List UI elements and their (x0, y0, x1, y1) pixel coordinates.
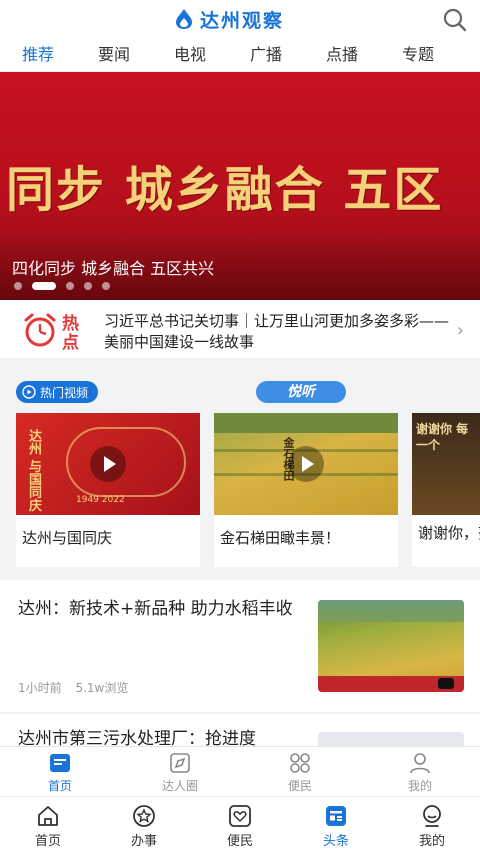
video-title: 达州与国同庆 (22, 529, 113, 547)
grid-icon (290, 753, 310, 773)
hot-video-label: 热门视频 (40, 385, 89, 400)
video-thumbnail: 金石梯田 (214, 413, 398, 515)
tab-tv[interactable]: 电视 (152, 38, 228, 71)
play-button-icon[interactable] (90, 446, 126, 482)
news-icon (326, 806, 346, 826)
nav-home[interactable]: 首页 (0, 797, 96, 854)
tab-recommend[interactable]: 推荐 (0, 38, 76, 71)
carousel-dot[interactable] (14, 282, 22, 290)
hot-badge-char-1: 热 (62, 313, 79, 334)
tab-topics[interactable]: 专题 (380, 38, 456, 71)
nav-banshi[interactable]: 办事 (96, 797, 192, 854)
hot-news-bar[interactable]: 热 点 习近平总书记关切事｜让万里山河更加多姿多彩——美丽中国建设一线故事 › (0, 300, 480, 358)
tab-vod[interactable]: 点播 (304, 38, 380, 71)
nav-bianmin[interactable]: 便民 (192, 797, 288, 854)
face-icon (423, 805, 441, 827)
carousel-dot[interactable] (84, 282, 92, 290)
carousel-dot-active[interactable] (32, 282, 56, 290)
carousel-dot[interactable] (102, 282, 110, 290)
hot-alarm-clock-icon: 热 点 (24, 313, 79, 350)
tab-radio[interactable]: 广播 (228, 38, 304, 71)
inner-nav-mine[interactable]: 我的 (360, 747, 480, 796)
heart-icon (229, 805, 251, 827)
banner-image-text: 同步 城乡融合 五区 (6, 162, 444, 218)
channel-tabs: 推荐 要闻 电视 广播 点播 专题 (0, 38, 480, 72)
nav-toutiao[interactable]: 头条 (288, 797, 384, 854)
article-thumbnail[interactable] (318, 600, 464, 692)
home-icon (50, 754, 70, 772)
app-header: 达州观察 (0, 0, 480, 38)
chevron-right-icon[interactable]: › (457, 320, 464, 341)
video-thumbnail: 达州 与国同庆 1949 2022 (16, 413, 200, 515)
bottom-nav-bar: 首页 办事 便民 头条 我的 (0, 796, 480, 854)
play-circle-icon (22, 385, 36, 399)
video-card[interactable]: 金石梯田 金石梯田瞰丰景！ (214, 413, 398, 567)
flame-logo-icon (176, 9, 192, 29)
video-thumbnail: 谢谢你 每一个 (412, 413, 480, 515)
play-badge-icon (438, 678, 454, 689)
thumb-years: 1949 2022 (76, 495, 125, 505)
carousel-indicator (14, 282, 120, 290)
banner-carousel[interactable]: 同步 城乡融合 五区 四化同步 城乡融合 五区共兴 (0, 72, 480, 300)
star-icon (133, 805, 155, 827)
tab-news[interactable]: 要闻 (76, 38, 152, 71)
yue-ting-pill[interactable]: 悦听 (256, 381, 346, 403)
video-title: 谢谢你，努力的人 (418, 524, 480, 542)
carousel-dot[interactable] (66, 282, 74, 290)
banner-caption: 四化同步 城乡融合 五区共兴 (12, 259, 215, 278)
article-time: 1小时前 (18, 681, 62, 695)
compass-icon (170, 753, 190, 773)
inner-nav-bar: 首页 达人圈 便民 我的 (0, 746, 480, 796)
article-meta: 1小时前 5.1w浏览 (18, 679, 138, 696)
play-button-icon[interactable] (288, 446, 324, 482)
hot-headline[interactable]: 习近平总书记关切事｜让万里山河更加多姿多彩——美丽中国建设一线故事 (104, 311, 450, 353)
thumb-text: 谢谢你 每一个 (416, 422, 469, 452)
video-section: 热门视频 悦听 达州 与国同庆 1949 2022 达州与国同庆 金石梯田 金石… (0, 366, 480, 580)
user-icon (410, 753, 430, 774)
home-icon (38, 806, 58, 826)
article-item[interactable]: 达州：新技术+新品种 助力水稻丰收 1小时前 5.1w浏览 (0, 580, 480, 712)
app-logo[interactable]: 达州观察 (174, 6, 284, 32)
video-card[interactable]: 达州 与国同庆 1949 2022 达州与国同庆 (16, 413, 200, 567)
inner-nav-daren[interactable]: 达人圈 (120, 747, 240, 796)
hot-badge-char-2: 点 (62, 332, 79, 350)
inner-nav-bianmin[interactable]: 便民 (240, 747, 360, 796)
article-views: 5.1w浏览 (75, 681, 129, 695)
hot-video-pill[interactable]: 热门视频 (16, 381, 99, 403)
inner-nav-home[interactable]: 首页 (0, 747, 120, 796)
thumb-text: 达州 与国同庆 (26, 429, 41, 512)
video-card[interactable]: 谢谢你 每一个 谢谢你，努力的人 (412, 413, 480, 567)
article-title[interactable]: 达州：新技术+新品种 助力水稻丰收 (18, 596, 296, 622)
logo-text: 达州观察 (200, 9, 285, 32)
search-icon[interactable] (442, 7, 468, 33)
video-title: 金石梯田瞰丰景！ (220, 529, 341, 547)
nav-mine[interactable]: 我的 (384, 797, 480, 854)
